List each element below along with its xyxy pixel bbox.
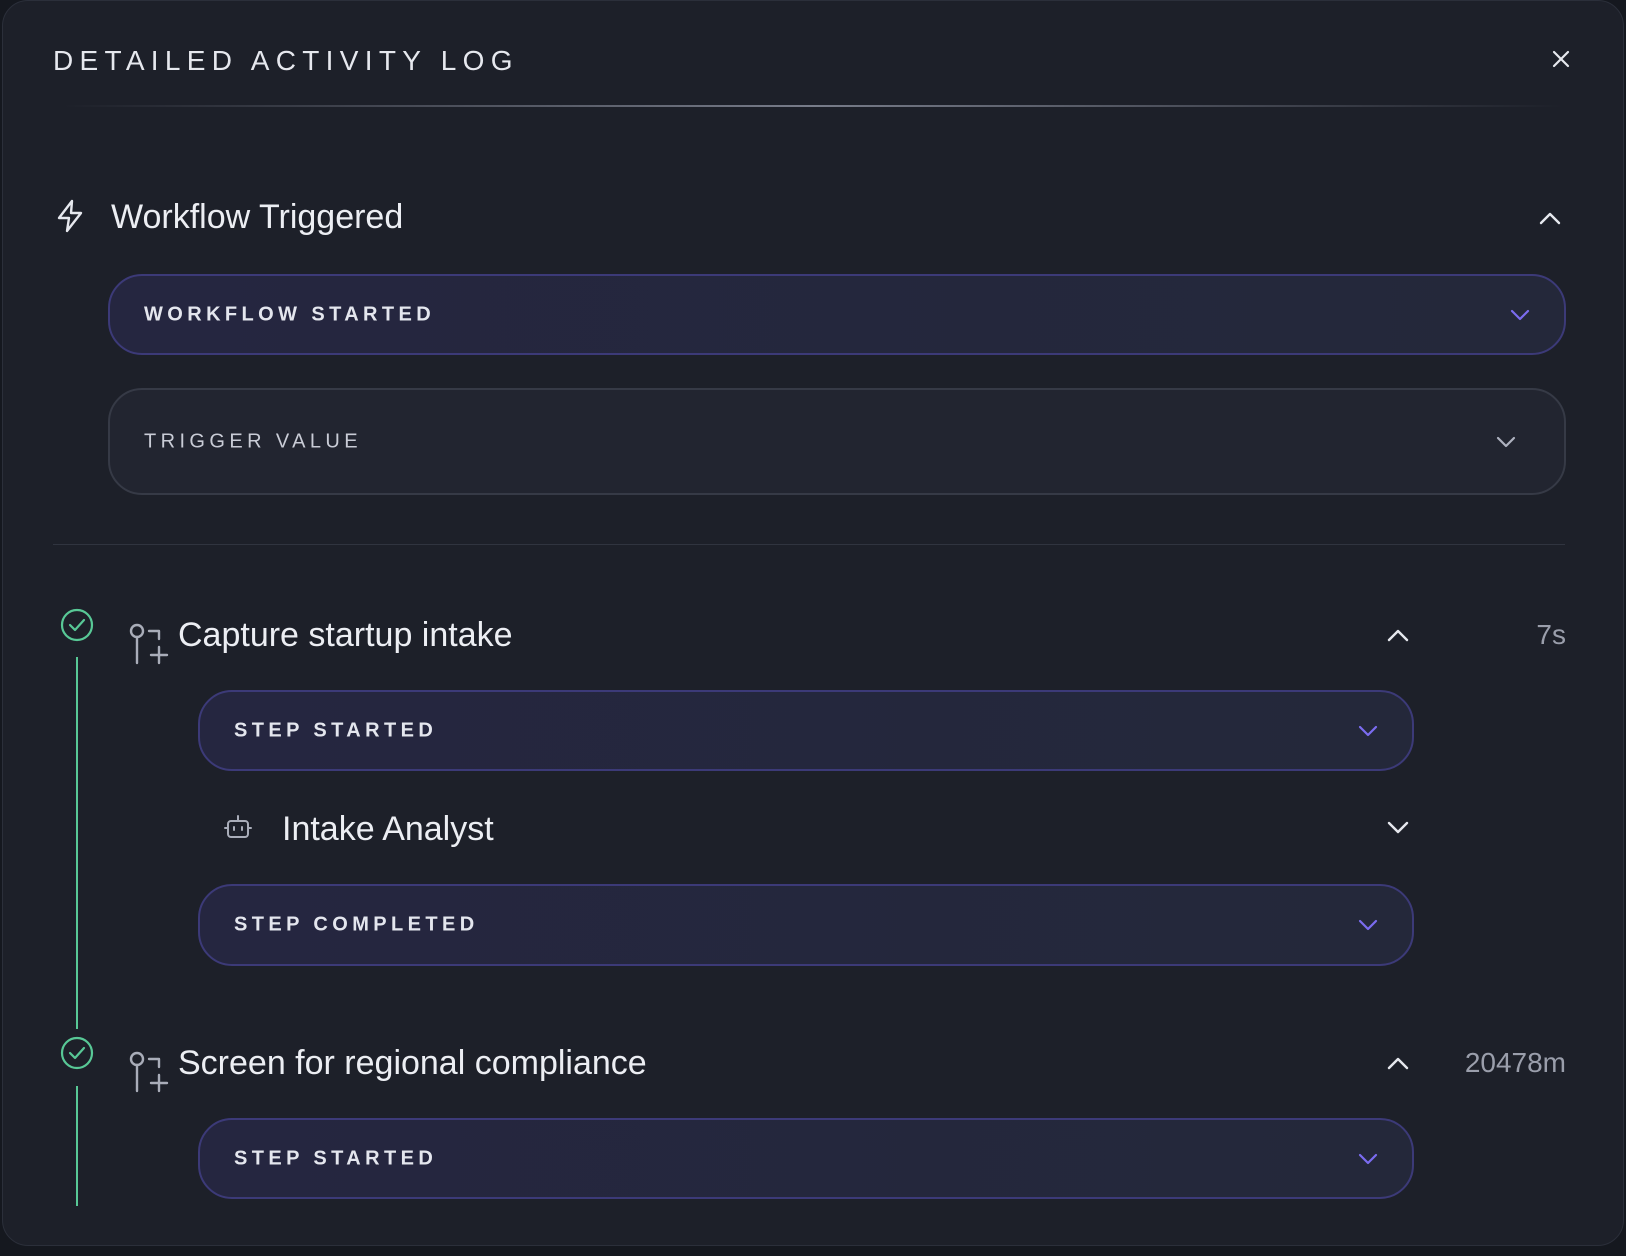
lightning-icon (51, 197, 89, 235)
event-label: STEP STARTED (234, 1147, 438, 1169)
chevron-up-icon (1539, 212, 1561, 225)
step-duration: 7s (1536, 619, 1566, 650)
git-branch-icon (127, 1049, 171, 1095)
step-started-event[interactable]: STEP STARTED (198, 1118, 1414, 1199)
trigger-value-event[interactable]: TRIGGER VALUE (108, 388, 1566, 495)
workflow-started-event[interactable]: WORKFLOW STARTED (108, 274, 1566, 355)
chevron-up-icon (1387, 629, 1409, 642)
dialog-title: DETAILED ACTIVITY LOG (53, 45, 519, 76)
section-divider (53, 544, 1565, 545)
close-button[interactable] (1543, 41, 1579, 77)
step-title: Screen for regional compliance (178, 1043, 647, 1082)
trigger-collapse-button[interactable] (1532, 200, 1568, 236)
git-branch-icon (127, 621, 171, 667)
chevron-down-icon (1354, 717, 1382, 745)
title-divider (63, 105, 1563, 107)
timeline-connector (76, 657, 78, 1029)
agent-name: Intake Analyst (282, 809, 494, 848)
step-completed-event[interactable]: STEP COMPLETED (198, 884, 1414, 966)
step-title: Capture startup intake (178, 615, 513, 654)
chevron-down-icon (1354, 911, 1382, 939)
activity-log-dialog: DETAILED ACTIVITY LOG Workflow Triggered… (2, 0, 1624, 1246)
chevron-down-icon (1354, 1145, 1382, 1173)
step-duration: 20478m (1464, 1047, 1566, 1078)
event-label: TRIGGER VALUE (144, 430, 362, 452)
timeline-connector (76, 1086, 78, 1206)
chevron-down-icon (1506, 301, 1534, 329)
check-circle-icon (60, 1036, 94, 1070)
check-circle-icon (60, 608, 94, 642)
step-started-event[interactable]: STEP STARTED (198, 690, 1414, 771)
step-header: Screen for regional compliance (178, 1043, 647, 1083)
event-label: WORKFLOW STARTED (144, 303, 436, 325)
chevron-down-icon (1387, 821, 1409, 834)
chevron-down-icon (1492, 428, 1520, 456)
step-header: Capture startup intake (178, 615, 513, 655)
agent-row[interactable]: Intake Analyst (282, 809, 494, 849)
event-label: STEP COMPLETED (234, 913, 479, 936)
step-collapse-button[interactable] (1380, 617, 1416, 653)
close-icon (1552, 50, 1570, 68)
robot-icon (222, 811, 254, 843)
trigger-section-header: Workflow Triggered (111, 197, 403, 237)
event-label: STEP STARTED (234, 719, 438, 741)
agent-expand-button[interactable] (1380, 810, 1416, 846)
trigger-section-title: Workflow Triggered (111, 197, 404, 236)
